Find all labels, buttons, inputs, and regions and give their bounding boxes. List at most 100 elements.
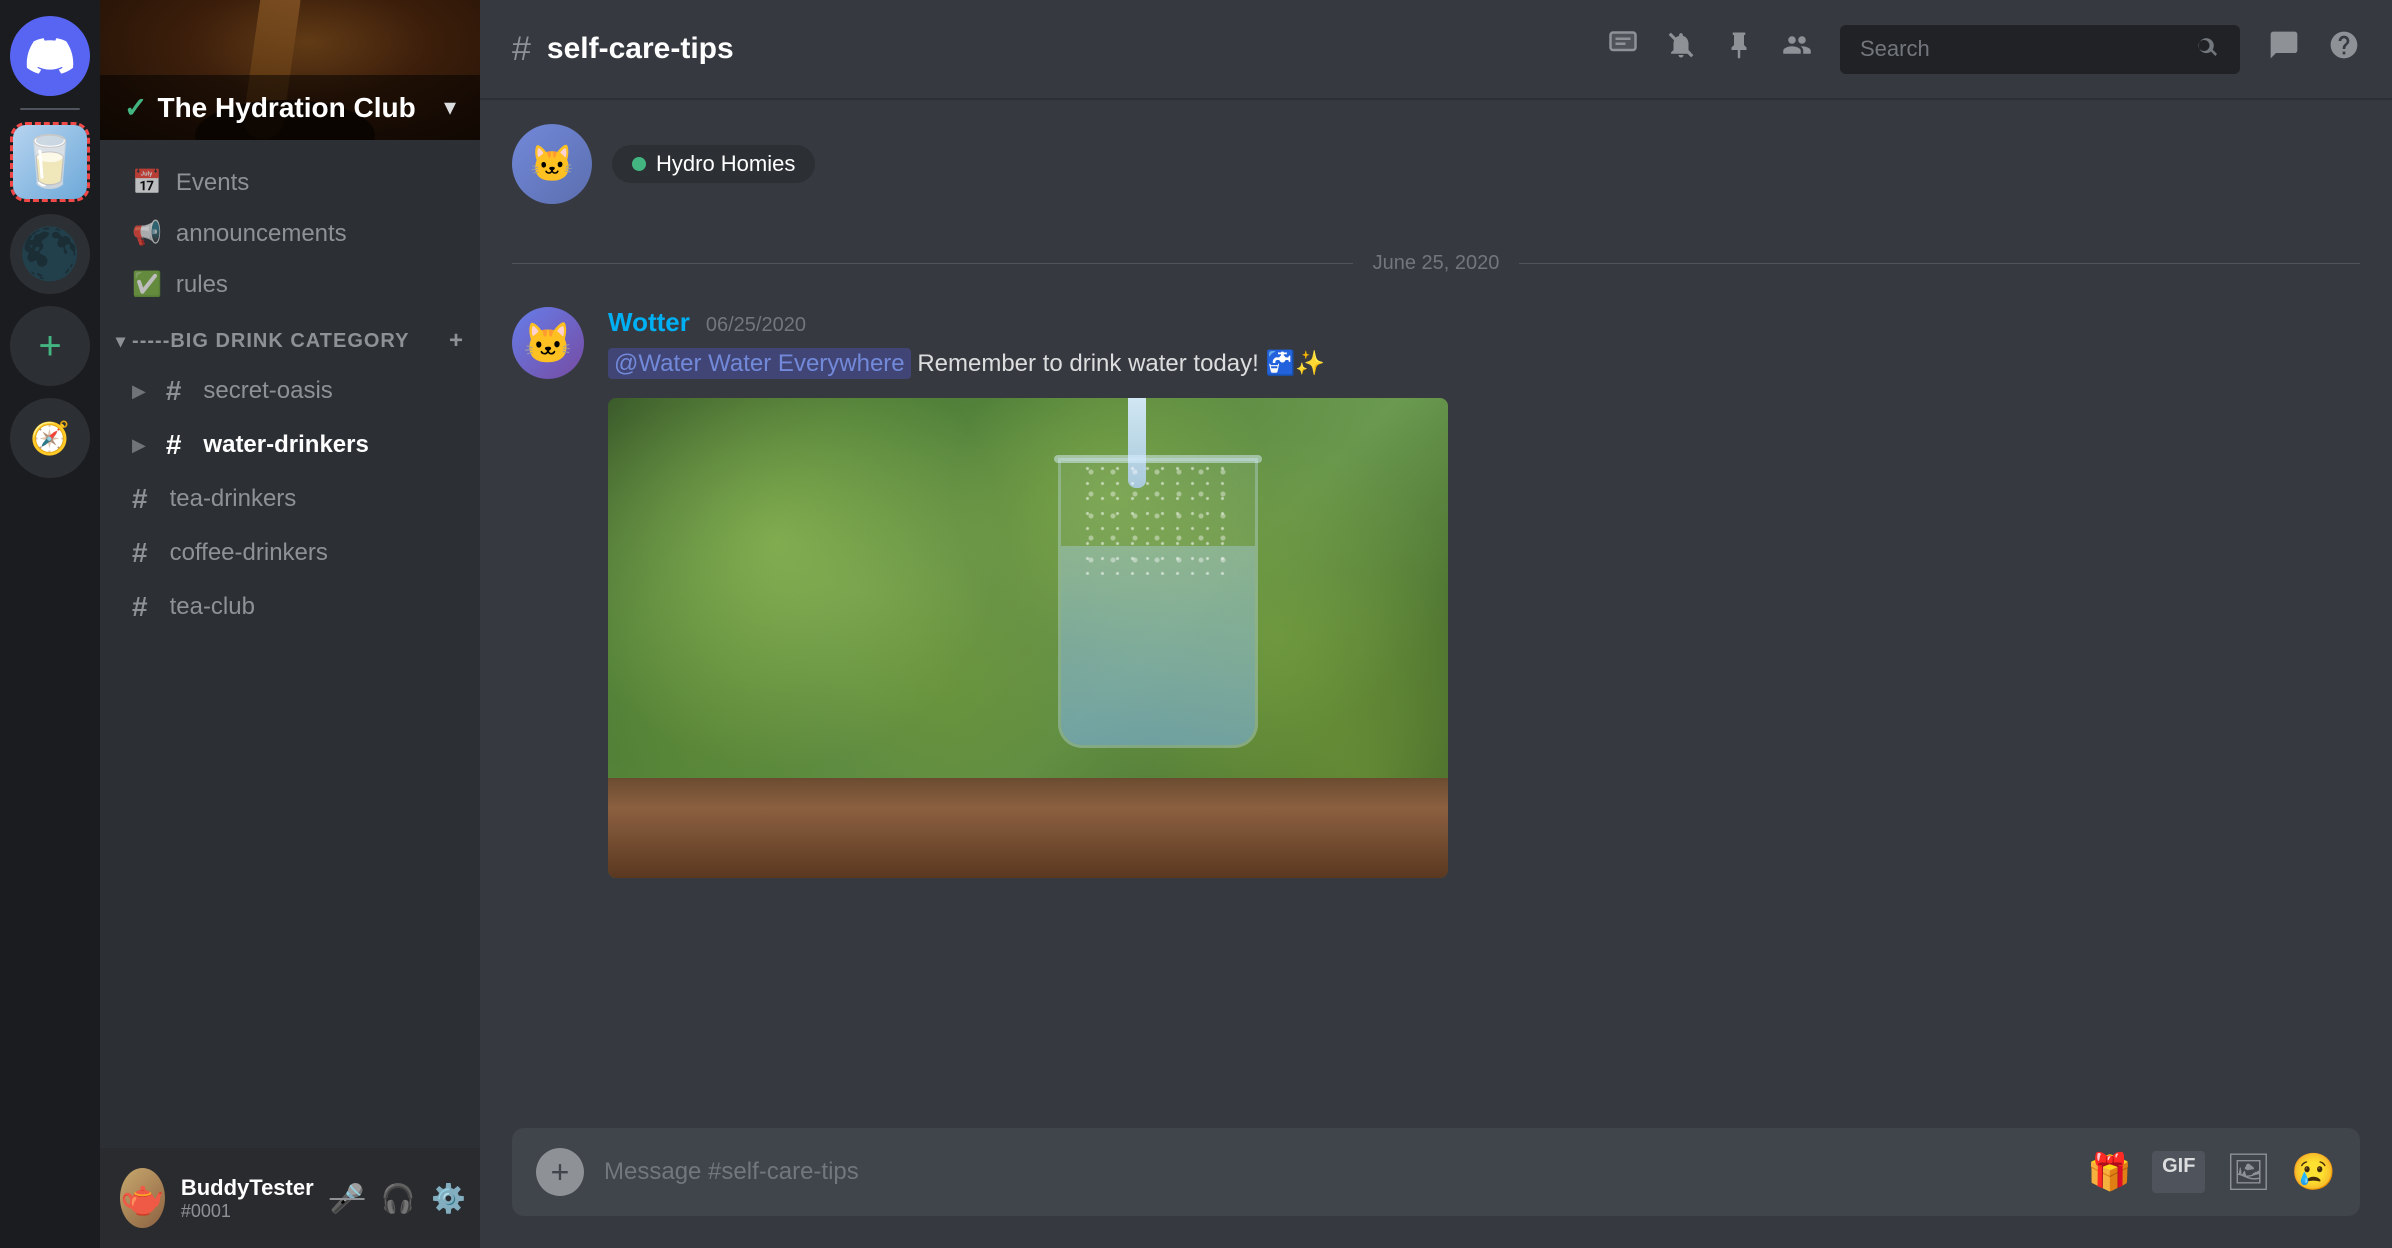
chat-input-area: + 🎁 GIF 🖼 😢	[480, 1128, 2392, 1248]
search-bar[interactable]	[1840, 25, 2240, 74]
search-icon	[2196, 35, 2220, 64]
online-dot	[632, 157, 646, 171]
sticker-icon[interactable]: 🖼	[2225, 1151, 2271, 1193]
channel-hash-icon: #	[512, 30, 531, 69]
plus-icon: +	[38, 324, 61, 369]
glass-body	[1058, 458, 1258, 748]
message-input[interactable]	[604, 1158, 2067, 1186]
channel-item-tea-club[interactable]: # tea-club	[108, 581, 472, 633]
date-text: June 25, 2020	[1353, 252, 1520, 275]
date-divider: June 25, 2020	[512, 252, 2360, 275]
channel-item-announcements[interactable]: 📢 announcements	[108, 209, 472, 258]
channel-list: 📅 Events 📢 announcements ✅ rules ▾ -----…	[100, 140, 480, 1148]
channel-item-water-drinkers[interactable]: ▶ # water-drinkers	[108, 419, 472, 471]
mention[interactable]: @Water Water Everywhere	[608, 348, 911, 379]
compass-icon: 🧭	[30, 419, 70, 457]
channel-name-water-drinkers: water-drinkers	[203, 431, 368, 459]
channel-name-rules: rules	[176, 271, 228, 299]
channel-item-tea-drinkers[interactable]: # tea-drinkers	[108, 473, 472, 525]
verified-check-icon: ✓	[124, 91, 147, 124]
megaphone-icon: 📢	[132, 219, 162, 248]
category-add-icon[interactable]: +	[449, 327, 464, 355]
channel-sidebar: ✓ The Hydration Club ▾ 📅 Events 📢 announ…	[100, 0, 480, 1248]
help-icon[interactable]	[2328, 29, 2360, 69]
online-group-name: Hydro Homies	[656, 151, 795, 177]
gift-icon[interactable]: 🎁	[2087, 1151, 2132, 1193]
message-body: Remember to drink water today! 🚰✨	[911, 350, 1326, 377]
hash-icon-secret-oasis: #	[166, 375, 182, 407]
server-icon-hydration-club[interactable]	[10, 122, 90, 202]
chat-input-actions: 🎁 GIF 🖼 😢	[2087, 1151, 2336, 1193]
wood-surface	[608, 778, 1448, 878]
category-big-drink[interactable]: ▾ ----- BIG DRINK CATEGORY +	[100, 311, 480, 363]
channel-name-secret-oasis: secret-oasis	[203, 377, 332, 405]
user-settings-button[interactable]: ⚙️	[431, 1182, 466, 1215]
user-controls: 🎤 🎧 ⚙️	[330, 1182, 467, 1215]
user-bar: 🫖 BuddyTester #0001 🎤 🎧 ⚙️	[100, 1148, 480, 1248]
glass-visual	[1048, 438, 1288, 838]
chat-header: # self-care-tips	[480, 0, 2392, 100]
chat-header-actions	[1608, 25, 2360, 74]
server-header[interactable]: ✓ The Hydration Club ▾	[100, 0, 480, 140]
threads-icon[interactable]	[1608, 30, 1638, 68]
inbox-icon[interactable]	[2268, 29, 2300, 69]
channel-name-coffee-drinkers: coffee-drinkers	[170, 539, 328, 567]
server-header-title: ✓ The Hydration Club ▾	[100, 75, 480, 140]
bubbles	[1080, 461, 1235, 575]
message-avatar: 🐱	[512, 307, 584, 379]
members-icon[interactable]	[1782, 30, 1812, 68]
pin-icon[interactable]	[1724, 30, 1754, 68]
user-discriminator: #0001	[181, 1201, 314, 1222]
emoji-icon[interactable]: 😢	[2291, 1151, 2336, 1193]
message-header: Wotter 06/25/2020	[608, 307, 2360, 338]
hydro-homies-avatar: 🐱	[512, 124, 592, 204]
category-name: BIG DRINK CATEGORY	[170, 330, 409, 353]
chat-area: # self-care-tips	[480, 0, 2392, 1248]
chat-input-add-button[interactable]: +	[536, 1148, 584, 1196]
chat-messages: 🐱 Hydro Homies June 25, 2020 🐱 Wotter 06…	[480, 100, 2392, 1128]
hydro-avatar-emoji: 🐱	[530, 143, 575, 185]
server-icon-water-glass	[13, 122, 87, 202]
user-info: BuddyTester #0001	[181, 1175, 314, 1222]
username: BuddyTester	[181, 1175, 314, 1201]
water-fill	[1061, 546, 1255, 745]
server-list: 🌑 + 🧭	[0, 0, 100, 1248]
category-arrow-icon: ▾	[116, 331, 126, 352]
deafen-button[interactable]: 🎧	[381, 1182, 416, 1215]
channel-name-tea-drinkers: tea-drinkers	[170, 485, 297, 513]
channel-header-info: 🐱 Hydro Homies	[512, 124, 2360, 220]
server-icon-discord-home[interactable]	[10, 16, 90, 96]
channel-name-events: Events	[176, 169, 249, 197]
glass-rim	[1054, 455, 1262, 463]
add-server-button[interactable]: +	[10, 306, 90, 386]
server-dropdown-icon[interactable]: ▾	[444, 93, 456, 122]
message-author: Wotter	[608, 307, 690, 338]
channel-item-rules[interactable]: ✅ rules	[108, 260, 472, 309]
add-icon: +	[551, 1154, 570, 1191]
channel-item-events[interactable]: 📅 Events	[108, 158, 472, 207]
message-text: @Water Water Everywhere Remember to drin…	[608, 346, 2360, 382]
checkbox-icon: ✅	[132, 270, 162, 299]
channel-item-secret-oasis[interactable]: ▶ # secret-oasis	[108, 365, 472, 417]
server-title: ✓ The Hydration Club	[124, 91, 416, 124]
server-name: The Hydration Club	[157, 92, 415, 124]
gif-button[interactable]: GIF	[2152, 1151, 2205, 1193]
current-channel-name: self-care-tips	[547, 32, 734, 66]
hash-icon-tea-club: #	[132, 591, 148, 623]
water-image	[608, 398, 1448, 878]
hash-icon-tea-drinkers: #	[132, 483, 148, 515]
server-icon-dark-globe[interactable]: 🌑	[10, 214, 90, 294]
notification-mute-icon[interactable]	[1666, 30, 1696, 68]
hash-icon-coffee-drinkers: #	[132, 537, 148, 569]
message: 🐱 Wotter 06/25/2020 @Water Water Everywh…	[512, 307, 2360, 878]
collapse-arrow-icon-water: ▶	[132, 435, 146, 456]
user-avatar: 🫖	[120, 1168, 165, 1228]
channel-item-coffee-drinkers[interactable]: # coffee-drinkers	[108, 527, 472, 579]
search-input[interactable]	[1860, 36, 2184, 62]
explore-button[interactable]: 🧭	[10, 398, 90, 478]
mute-button[interactable]: 🎤	[330, 1182, 365, 1215]
hash-icon-water-drinkers: #	[166, 429, 182, 461]
globe-icon: 🌑	[19, 225, 81, 284]
collapse-arrow-icon: ▶	[132, 381, 146, 402]
server-list-divider	[20, 108, 80, 110]
